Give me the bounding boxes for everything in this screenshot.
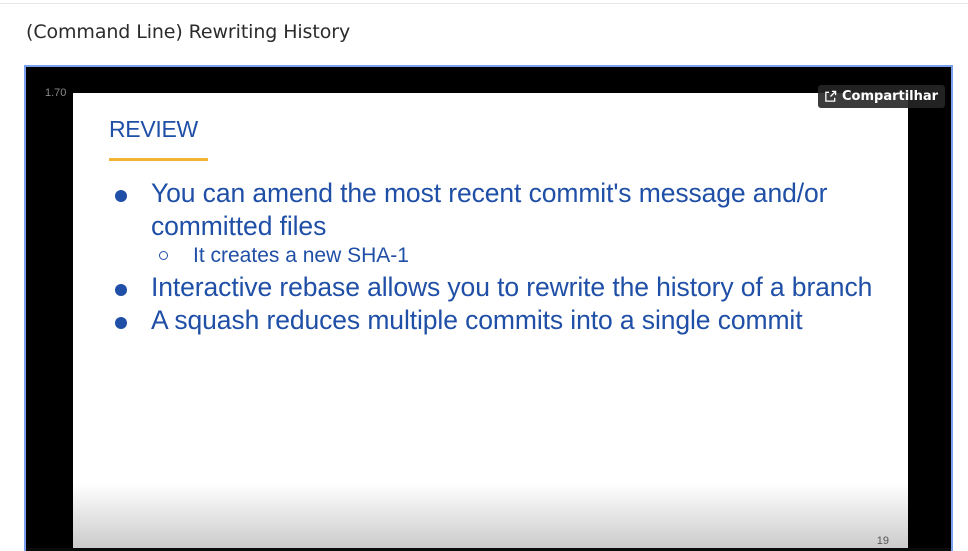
bullet-list: You can amend the most recent commit's m…: [109, 177, 899, 337]
slide-heading: REVIEW: [109, 116, 198, 142]
slide-frame: REVIEW You can amend the most recent com…: [73, 93, 908, 551]
bullet-dot: [115, 317, 127, 329]
bullet-item-squash: A squash reduces multiple commits into a…: [109, 304, 899, 337]
share-button[interactable]: Compartilhar: [818, 85, 946, 108]
top-divider: [0, 0, 968, 4]
playback-rate-badge: 1.70: [45, 87, 67, 99]
bullet-item-rebase: Interactive rebase allows you to rewrite…: [109, 271, 899, 304]
sub-bullet-item-sha: It creates a new SHA-1: [109, 242, 899, 269]
video-player[interactable]: 1.70 REVIEW You can amend the most recen…: [24, 65, 953, 551]
bullet-text: A squash reduces multiple commits into a…: [151, 305, 803, 335]
bullet-text: You can amend the most recent commit's m…: [151, 178, 828, 241]
bullet-dot: [115, 190, 127, 202]
share-button-label: Compartilhar: [842, 89, 939, 104]
bullet-text: Interactive rebase allows you to rewrite…: [151, 272, 873, 302]
sub-bullet-text: It creates a new SHA-1: [193, 244, 409, 267]
bullet-dot: [115, 284, 127, 296]
sub-bullet-dot: [159, 251, 168, 260]
share-external-icon: [825, 90, 837, 102]
page-title: (Command Line) Rewriting History: [26, 21, 351, 43]
slide-bottom-shade: [73, 483, 908, 551]
slide-number: 19: [876, 535, 889, 547]
bullet-item-amend: You can amend the most recent commit's m…: [109, 177, 899, 243]
heading-underline: [109, 158, 208, 161]
